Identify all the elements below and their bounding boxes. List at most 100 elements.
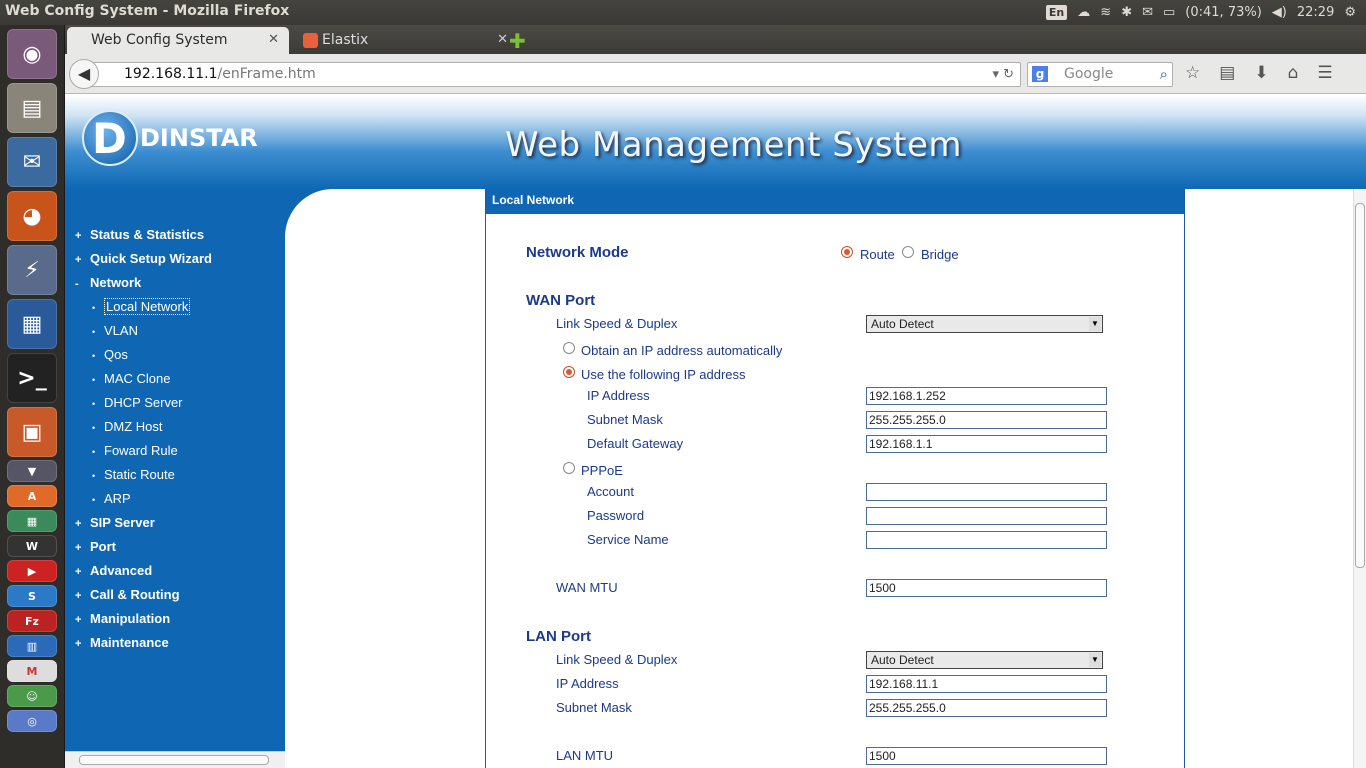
firefox-icon[interactable]: ◕ — [7, 191, 57, 241]
account-input[interactable] — [866, 483, 1107, 501]
sidebar-item-dmz-host[interactable]: • DMZ Host — [75, 417, 212, 441]
skype-icon[interactable]: S — [7, 585, 57, 607]
reload-icon[interactable]: ▾ ↻ — [992, 63, 1014, 86]
lan-mtu-input[interactable]: 1500 — [866, 747, 1107, 765]
terminal-icon[interactable]: >_ — [7, 353, 57, 403]
home-icon[interactable]: ⌂ — [1288, 63, 1299, 83]
sidebar-item-qos[interactable]: • Qos — [75, 345, 212, 369]
chevron-down-icon: ▼ — [1089, 653, 1101, 667]
bookmark-star-icon[interactable]: ☆ — [1185, 63, 1200, 83]
pppoe-label: PPPoE — [581, 463, 623, 478]
gmail-icon[interactable]: M — [7, 660, 57, 682]
ubuntu-dash-icon[interactable]: ◉ — [7, 29, 57, 79]
sidebar-horizontal-scrollbar[interactable] — [65, 751, 285, 768]
sidebar-item-manipulation[interactable]: + Manipulation — [75, 609, 212, 633]
sidebar-item-arp[interactable]: • ARP — [75, 489, 212, 513]
sidebar-item-quick-setup[interactable]: + Quick Setup Wizard — [75, 249, 212, 273]
menu-icon[interactable]: ☰ — [1317, 63, 1332, 83]
download-icon[interactable]: ⬇ — [1254, 63, 1268, 83]
chevron-down-icon: ▼ — [1089, 317, 1101, 331]
sidebar-item-static-route[interactable]: • Static Route — [75, 465, 212, 489]
tab-web-config[interactable]: Web Config System ✕ — [67, 27, 289, 54]
sidebar-item-call-routing[interactable]: + Call & Routing — [75, 585, 212, 609]
bookmarks-icon[interactable]: ▤ — [1219, 63, 1235, 83]
files-icon[interactable]: ▤ — [7, 83, 57, 133]
wan-mask-input[interactable]: 255.255.255.0 — [866, 411, 1107, 429]
sidebar-menu: + Status & Statistics + Quick Setup Wizard… — [75, 225, 212, 657]
firefox-window: Web Config System ✕ Elastix ✕ ✚ 192.168.… — [65, 25, 1366, 768]
sidebar-item-port[interactable]: + Port — [75, 537, 212, 561]
service-name-input[interactable] — [866, 531, 1107, 549]
dinstar-logo: D DINSTAR — [82, 110, 258, 168]
wan-mtu-input[interactable]: 1500 — [866, 579, 1107, 597]
volume-icon[interactable]: ◀) — [1272, 5, 1287, 20]
route-radio[interactable] — [841, 246, 853, 258]
close-tab-icon[interactable]: ✕ — [497, 32, 508, 47]
impress-icon[interactable]: ▣ — [7, 407, 57, 457]
scrollbar-thumb[interactable] — [79, 755, 269, 765]
calc-icon[interactable]: ▦ — [7, 510, 57, 532]
new-tab-icon[interactable]: ✚ — [509, 29, 526, 53]
software-center-icon[interactable]: A — [7, 485, 57, 507]
disk-icon[interactable]: ◎ — [7, 710, 57, 732]
sidebar-item-sip-server[interactable]: + SIP Server — [75, 513, 212, 537]
wan-ip-input[interactable]: 192.168.1.252 — [866, 387, 1107, 405]
sidebar-item-status[interactable]: + Status & Statistics — [75, 225, 212, 249]
local-network-panel: Local Network Network Mode Route Bridge … — [485, 189, 1185, 768]
scrollbar-thumb[interactable] — [1355, 203, 1365, 568]
page-vertical-scrollbar[interactable] — [1353, 189, 1366, 768]
url-bar[interactable]: 192.168.11.1/enFrame.htm ▾ ↻ — [85, 62, 1021, 87]
content-area: Local Network Network Mode Route Bridge … — [285, 189, 1366, 768]
sidebar-item-foward-rule[interactable]: • Foward Rule — [75, 441, 212, 465]
navigation-toolbar: 192.168.11.1/enFrame.htm ▾ ↻ ◀ g Google … — [65, 54, 1366, 94]
lan-link-speed-label: Link Speed & Duplex — [556, 652, 678, 667]
thunderbird-icon[interactable]: ✉ — [7, 137, 57, 187]
obtain-auto-radio[interactable] — [563, 342, 575, 354]
google-icon[interactable]: g — [1032, 66, 1048, 82]
elastix-favicon-icon — [303, 33, 318, 48]
sidebar-item-mac-clone[interactable]: • MAC Clone — [75, 369, 212, 393]
bluetooth-icon[interactable]: ✱ — [1121, 5, 1132, 20]
search-placeholder: Google — [1064, 66, 1114, 82]
bridge-radio[interactable] — [902, 246, 914, 258]
network-tool-icon[interactable]: ⚡ — [7, 245, 57, 295]
search-input[interactable]: g Google ⌕ — [1027, 62, 1173, 87]
back-button[interactable]: ◀ — [69, 59, 99, 89]
cloud-icon[interactable]: ☁ — [1077, 5, 1090, 20]
writer-icon[interactable]: ▦ — [7, 299, 57, 349]
tab-elastix[interactable]: Elastix ✕ — [296, 27, 518, 54]
close-tab-icon[interactable]: ✕ — [268, 32, 279, 47]
installer-icon[interactable]: ▼ — [7, 460, 57, 482]
sidebar-item-local-network[interactable]: • Local Network — [75, 297, 212, 321]
youtube-icon[interactable]: ▶ — [7, 560, 57, 582]
sidebar-item-maintenance[interactable]: + Maintenance — [75, 633, 212, 657]
wifi-icon[interactable]: ≋ — [1100, 5, 1111, 20]
sidebar-item-network[interactable]: - Network — [75, 273, 212, 297]
website-copier-icon[interactable]: W — [7, 535, 57, 557]
wan-mask-label: Subnet Mask — [587, 412, 663, 427]
lan-mask-input[interactable]: 255.255.255.0 — [866, 699, 1107, 717]
chat-icon[interactable]: ☺ — [7, 685, 57, 707]
password-input[interactable] — [866, 507, 1107, 525]
battery-status[interactable]: (0:41, 73%) — [1185, 5, 1262, 20]
wan-gateway-input[interactable]: 192.168.1.1 — [866, 435, 1107, 453]
search-icon[interactable]: ⌕ — [1160, 63, 1168, 86]
logo-letter-icon: D — [92, 114, 127, 163]
lan-mtu-label: LAN MTU — [556, 748, 614, 763]
sidebar-item-dhcp-server[interactable]: • DHCP Server — [75, 393, 212, 417]
mail-icon[interactable]: ✉ — [1142, 5, 1153, 20]
app-icon[interactable]: ▥ — [7, 635, 57, 657]
lan-ip-input[interactable]: 192.168.11.1 — [866, 675, 1107, 693]
use-following-radio[interactable] — [563, 366, 575, 378]
gear-icon[interactable]: ⚙ — [1344, 5, 1356, 20]
battery-icon[interactable]: ▭ — [1163, 5, 1175, 20]
obtain-auto-label: Obtain an IP address automatically — [581, 343, 783, 358]
keyboard-layout-indicator[interactable]: En — [1045, 5, 1068, 20]
wan-link-speed-select[interactable]: Auto Detect ▼ — [866, 315, 1103, 333]
sidebar-item-advanced[interactable]: + Advanced — [75, 561, 212, 585]
lan-link-speed-select[interactable]: Auto Detect ▼ — [866, 651, 1103, 669]
clock[interactable]: 22:29 — [1297, 5, 1334, 20]
sidebar-item-vlan[interactable]: • VLAN — [75, 321, 212, 345]
pppoe-radio[interactable] — [563, 462, 575, 474]
filezilla-icon[interactable]: Fz — [7, 610, 57, 632]
